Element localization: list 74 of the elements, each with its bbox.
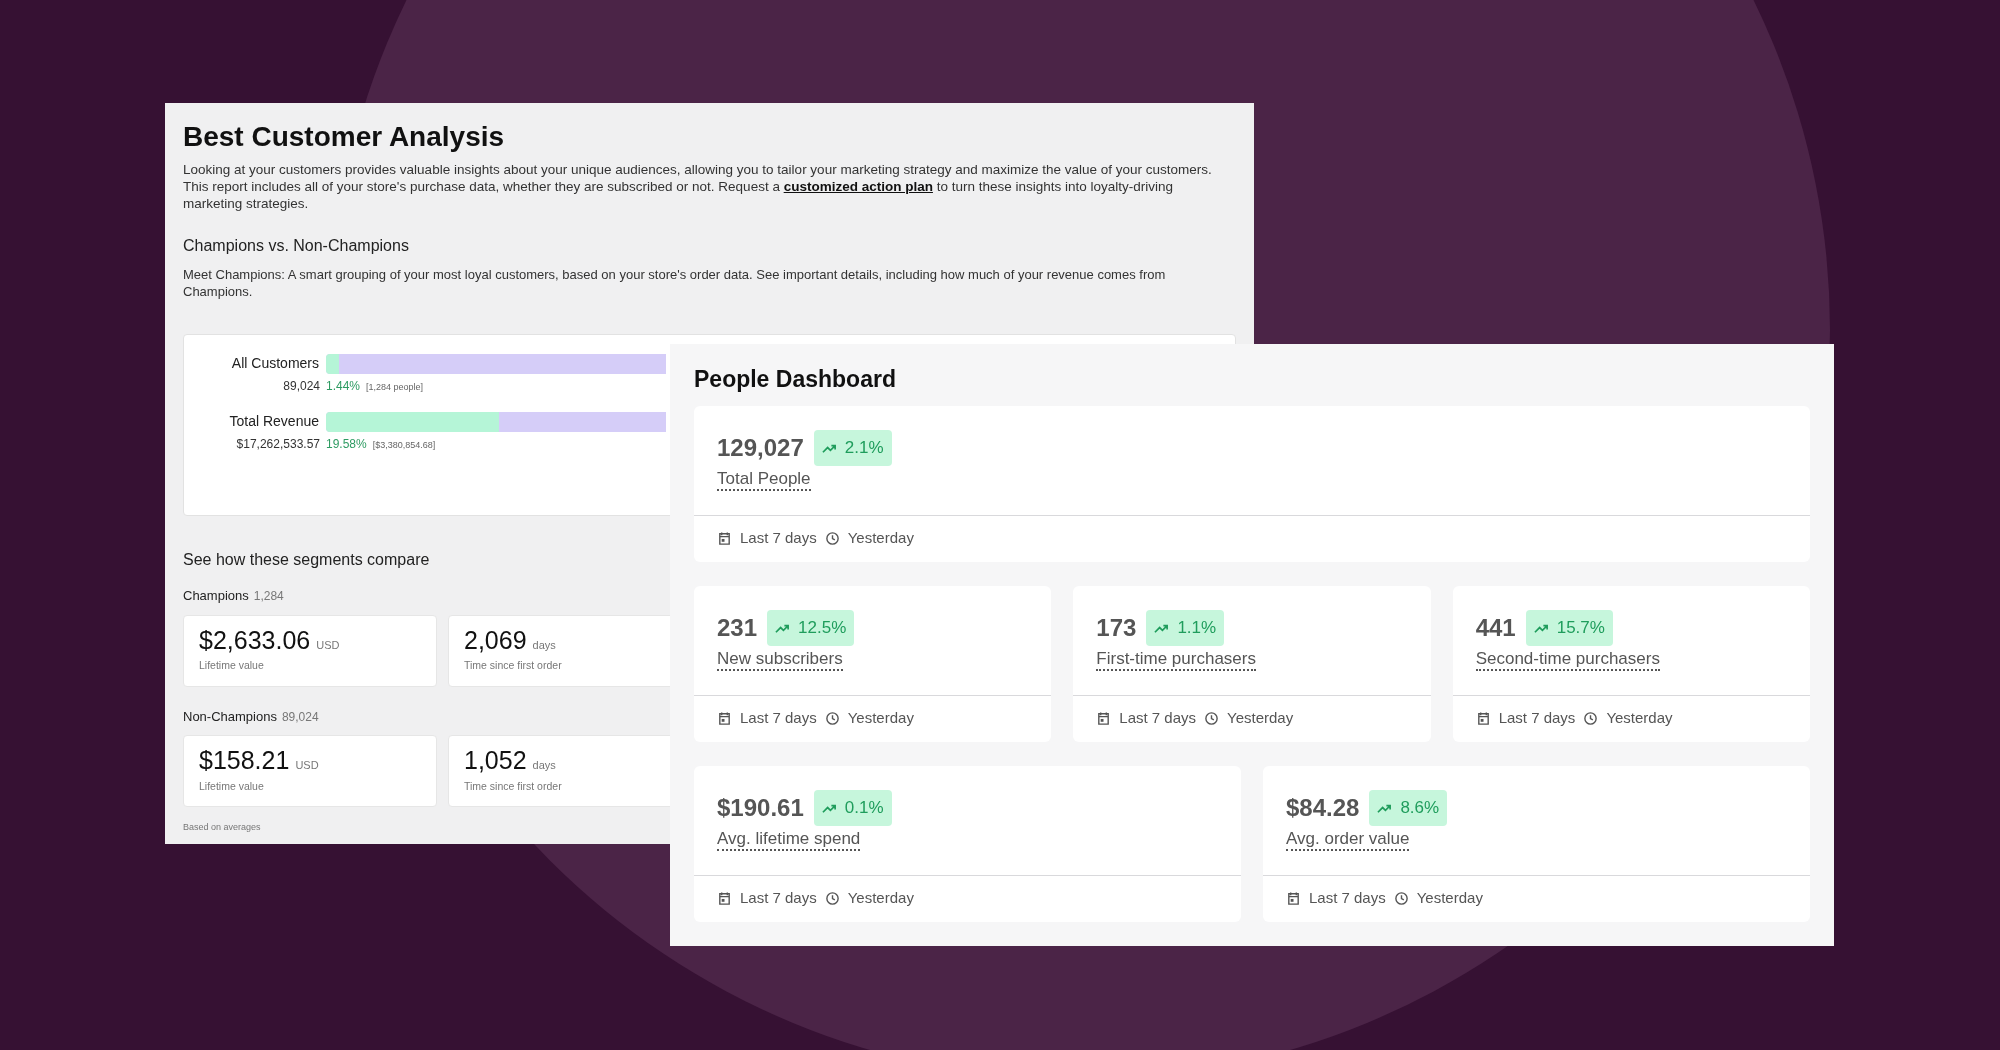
trend-badge: 12.5% [767,610,855,646]
bar-percent: 1.44% [326,378,361,395]
bar-total: 89,024 [282,378,320,395]
clock-icon [824,891,840,906]
stat-unit: USD [316,637,340,653]
bar-percent: 19.58% [326,436,367,453]
period-label: Last 7 days [740,708,817,729]
metric-label[interactable]: New subscribers [717,649,843,671]
trend-badge: 1.1% [1146,610,1225,646]
segment-name: Non-Champions [183,707,277,726]
calendar-icon [717,711,732,726]
clock-icon [824,711,840,726]
period-label: Last 7 days [1309,888,1386,909]
metric-label[interactable]: Total People [717,469,811,491]
metric-label[interactable]: Second-time purchasers [1475,649,1660,671]
bar-detail: [$3,380,854.68] [372,439,436,452]
stat-value: 1,052 [464,748,527,773]
section-description: Meet Champions: A smart grouping of your most loyal customers, based on your store's order data. See important details, including how much of your revenue comes from Champions. [183,266,1167,300]
updated-label: Yesterday [1416,888,1483,909]
stat-unit: days [532,637,556,653]
period-label: Last 7 days [740,888,817,909]
segment-count: 89,024 [281,708,319,726]
period-label: Last 7 days [1119,708,1197,729]
bar-label: All Customers [230,354,319,373]
metric-value: 129,027 [717,433,804,463]
stat-value: $2,633.06 [199,627,311,653]
updated-label: Yesterday [847,708,914,729]
updated-label: Yesterday [847,888,914,909]
clock-icon [824,531,840,546]
bar-total: $17,262,533.57 [235,436,320,453]
report-title: Best Customer Analysis [183,123,506,151]
updated-label: Yesterday [847,528,914,549]
stat-label: Lifetime value [199,658,265,673]
stat-label: Time since first order [464,658,563,673]
footnote: Based on averages [183,821,262,834]
stat-unit: USD [295,758,319,773]
calendar-icon [1286,891,1301,906]
updated-label: Yesterday [1227,708,1294,729]
metric-value: 441 [1475,613,1516,643]
calendar-icon [717,531,732,546]
bar-detail: [1,284 people] [366,381,424,394]
metric-label[interactable]: Avg. lifetime spend [717,829,861,851]
stat-value: 2,069 [464,627,527,653]
section-heading: Champions vs. Non-Champions [183,236,410,256]
section-heading: See how these segments compare [183,550,431,570]
calendar-icon [1096,711,1112,726]
segment-count: 1,284 [253,588,284,605]
clock-icon [1204,711,1220,726]
stat-label: Lifetime value [199,778,265,794]
metric-label[interactable]: First-time purchasers [1096,649,1256,671]
stat-value: $158.21 [199,748,290,773]
metric-label[interactable]: Avg. order value [1286,829,1410,851]
stat-unit: days [532,758,556,773]
period-label: Last 7 days [1498,708,1576,729]
metric-value: 231 [717,613,758,643]
updated-label: Yesterday [1606,708,1673,729]
segment-name: Champions [183,587,249,605]
calendar-icon [1475,711,1491,726]
action-plan-link[interactable]: customized action plan [783,179,933,194]
metric-value: $84.28 [1286,793,1360,823]
clock-icon [1393,891,1409,906]
trend-badge: 2.1% [813,430,892,466]
trend-badge: 0.1% [813,790,892,826]
trend-badge: 8.6% [1369,790,1448,826]
dashboard-title: People Dashboard [694,368,897,391]
clock-icon [1583,711,1599,726]
calendar-icon [717,891,732,906]
metric-value: 173 [1096,613,1137,643]
bar-label: Total Revenue [228,412,319,431]
stat-label: Time since first order [464,778,563,794]
metric-value: $190.61 [717,793,804,823]
period-label: Last 7 days [740,528,817,549]
intro-paragraph: Looking at your customers provides valuable insights about your unique audiences, allowing you to tailor your marketing strategy and maximize the value of your customers. This report includes all of your store's purchase data, whether they are subscribed or not. Request a customized action plan to turn these insights into loyalty-driving marketing strategies. [183,161,1213,212]
trend-badge: 15.7% [1525,610,1613,646]
